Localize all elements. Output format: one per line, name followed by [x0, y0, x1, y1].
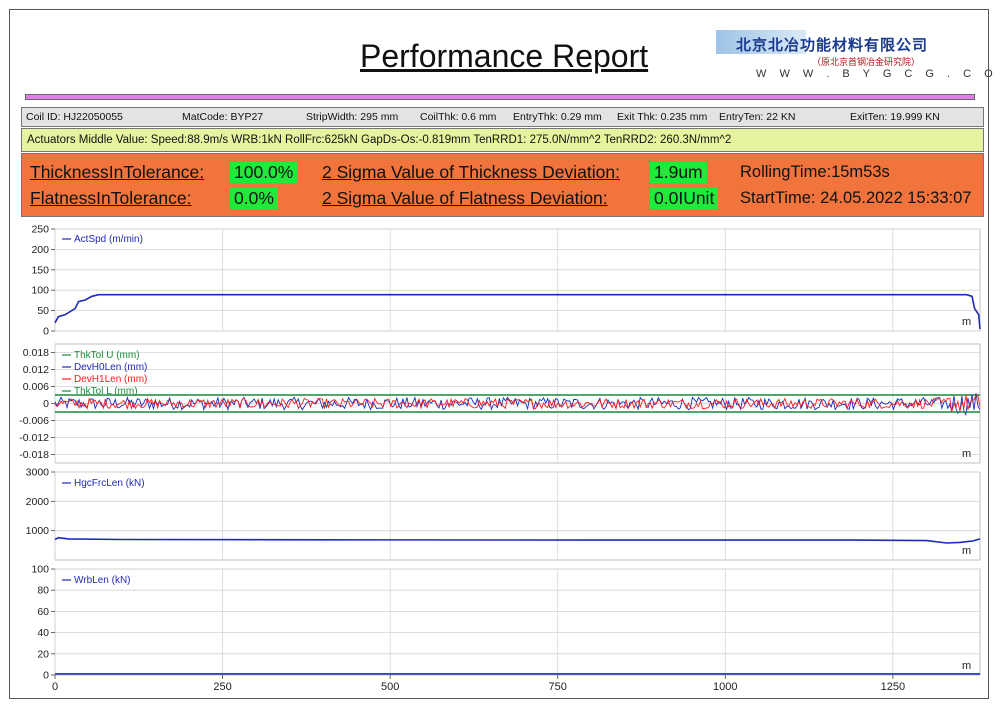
- x-tick-label: 1250: [881, 681, 905, 693]
- chart-1-unit-label: m: [962, 448, 971, 460]
- x-tick-label: 750: [549, 681, 567, 693]
- chart-2-ytick-label: 2000: [26, 496, 50, 508]
- chart-1-ytick-label: -0.018: [19, 449, 49, 461]
- chart-3-ytick-label: 20: [37, 648, 49, 660]
- chart-2-series-0-line: [54, 536, 981, 544]
- chart-1-legend-label-0: ThkTol U (mm): [74, 350, 140, 361]
- chart-1-legend-label-1: DevH0Len (mm): [74, 362, 147, 373]
- x-tick-label: 1000: [713, 681, 737, 693]
- chart-3-ytick-label: 0: [43, 670, 49, 682]
- x-tick-label: 500: [381, 681, 399, 693]
- x-tick-label: 0: [52, 681, 58, 693]
- chart-3-ytick-label: 80: [37, 585, 49, 597]
- chart-3-ytick-label: 60: [37, 606, 49, 618]
- chart-0-ytick-label: 50: [37, 305, 49, 317]
- chart-1-legend-label-3: ThkTol L (mm): [74, 386, 138, 397]
- chart-0-legend-label-0: ActSpd (m/min): [74, 234, 143, 245]
- chart-2-ytick-label: 3000: [26, 467, 50, 479]
- chart-0-ytick-label: 0: [43, 326, 49, 338]
- chart-0-series-0-line: [54, 293, 981, 330]
- chart-0-ytick-label: 250: [31, 224, 49, 236]
- trend-charts: 250200150100500ActSpd (m/min)m0.0180.012…: [19, 224, 981, 693]
- chart-0-ytick-label: 200: [31, 244, 49, 256]
- chart-1-ytick-label: -0.012: [19, 432, 49, 444]
- chart-1-ytick-label: -0.006: [19, 415, 49, 427]
- chart-3-unit-label: m: [962, 660, 971, 672]
- chart-1-legend-label-2: DevH1Len (mm): [74, 374, 147, 385]
- chart-3-legend-label-0: WrbLen (kN): [74, 575, 131, 586]
- chart-2-ytick-label: 1000: [26, 525, 50, 537]
- chart-0-unit-label: m: [962, 316, 971, 328]
- chart-1-ytick-label: 0.006: [23, 381, 49, 393]
- chart-3-ytick-label: 100: [31, 564, 49, 576]
- chart-2-unit-label: m: [962, 545, 971, 557]
- x-tick-label: 250: [213, 681, 231, 693]
- chart-0-ytick-label: 150: [31, 264, 49, 276]
- chart-0-plot-area: [54, 228, 981, 332]
- chart-2-legend-label-0: HgcFrcLen (kN): [74, 478, 145, 489]
- chart-1-ytick-label: 0.018: [23, 347, 49, 359]
- chart-2-plot-area: [54, 471, 981, 561]
- chart-3-ytick-label: 40: [37, 627, 49, 639]
- chart-3-plot-area: [54, 568, 981, 676]
- chart-0-ytick-label: 100: [31, 285, 49, 297]
- chart-1-ytick-label: 0.012: [23, 364, 49, 376]
- chart-1-ytick-label: 0: [43, 398, 49, 410]
